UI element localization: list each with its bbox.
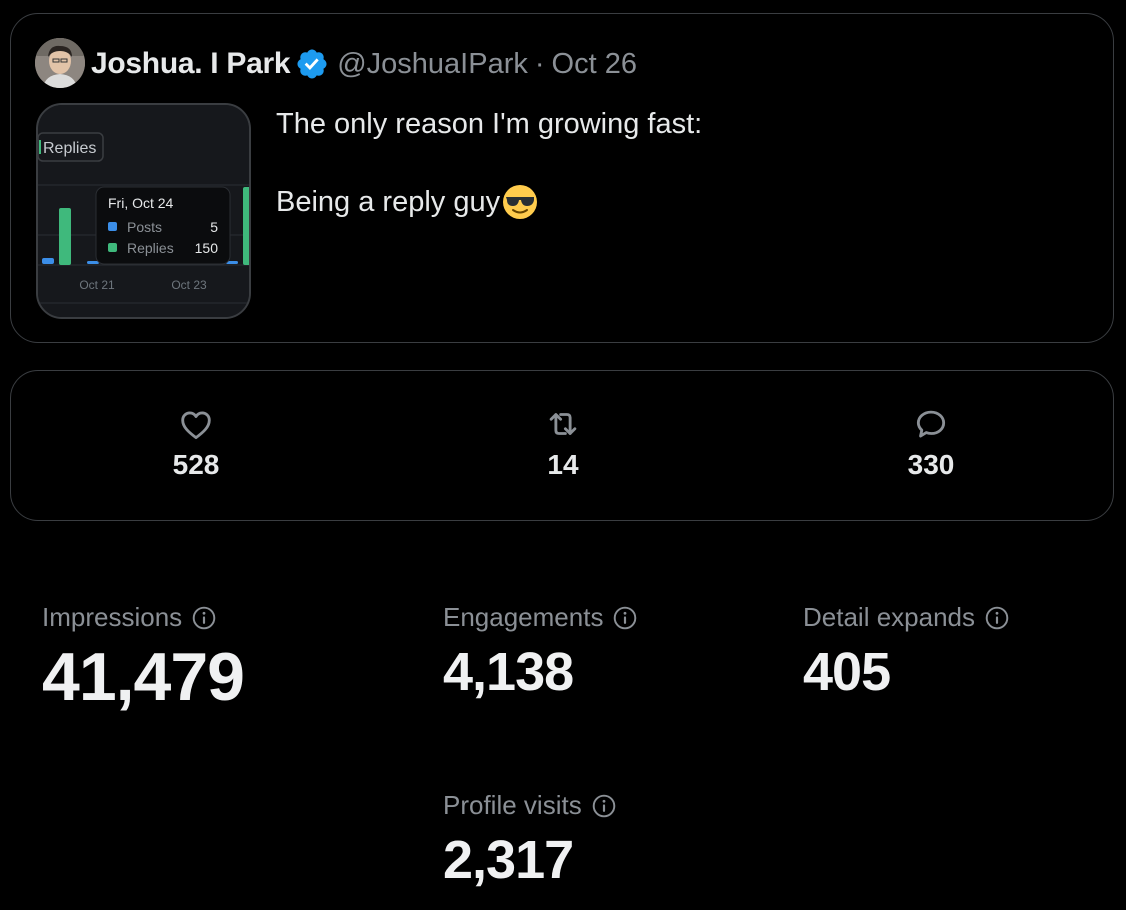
reposts-stat[interactable]: 14 <box>483 405 643 481</box>
thumbnail-tooltip-swatch-replies <box>108 243 117 252</box>
thumbnail-tooltip-label: Posts <box>127 219 162 235</box>
post-header: Joshua. I Park @JoshuaIPark · Oct 26 <box>91 44 637 84</box>
heart-icon <box>181 411 211 440</box>
thumbnail-bar-posts <box>87 261 99 264</box>
thumbnail-bar-replies <box>243 187 249 265</box>
quoted-post-card[interactable]: Joshua. I Park @JoshuaIPark · Oct 26 Rep… <box>10 13 1114 343</box>
post-text-line: The only reason I'm growing fast: <box>276 108 703 140</box>
post-text-line: Being a reply guy <box>276 186 501 218</box>
thumbnail-tooltip-value: 150 <box>195 240 219 256</box>
detail-expands-label: Detail expands <box>803 602 975 632</box>
impressions-label: Impressions <box>42 602 183 632</box>
thumbnail-filter-chip-marker <box>39 140 41 154</box>
engagement-summary: 528 14 330 <box>10 370 1114 521</box>
sunglasses-emoji-icon <box>502 184 538 220</box>
detail-expands-metric: Detail expands 405 <box>803 602 1010 699</box>
thumbnail-tooltip-label: Replies <box>127 240 174 256</box>
thumbnail-bar-posts <box>42 258 54 264</box>
reply-bubble-icon <box>916 410 946 438</box>
post-text: The only reason I'm growing fast: Being … <box>276 104 1076 222</box>
author-handle[interactable]: @JoshuaIPark <box>337 48 528 81</box>
info-icon[interactable] <box>191 605 217 631</box>
thumbnail-chart: Replies Fri, Oct 24 Posts 5 Replies 150 … <box>38 105 249 317</box>
post-text-line-with-emoji: Being a reply guy <box>276 182 1076 222</box>
author-name[interactable]: Joshua. I Park <box>91 47 291 81</box>
replies-stat[interactable]: 330 <box>851 405 1011 481</box>
info-icon[interactable] <box>984 605 1010 631</box>
thumbnail-tooltip-value: 5 <box>210 219 218 235</box>
profile-visits-label-row: Profile visits <box>443 790 617 821</box>
profile-visits-label: Profile visits <box>443 790 582 820</box>
profile-visits-metric: Profile visits 2,317 <box>443 790 617 887</box>
thumbnail-tooltip-swatch-posts <box>108 222 117 231</box>
engagements-label-row: Engagements <box>443 602 638 633</box>
thumbnail-bar-replies <box>59 208 71 265</box>
engagements-metric: Engagements 4,138 <box>443 602 638 699</box>
thumbnail-tooltip-date: Fri, Oct 24 <box>108 195 174 211</box>
author-avatar[interactable] <box>35 38 85 88</box>
reposts-count: 14 <box>547 449 579 480</box>
likes-stat[interactable]: 528 <box>116 405 276 481</box>
post-date[interactable]: Oct 26 <box>552 48 637 81</box>
profile-visits-value: 2,317 <box>443 830 574 890</box>
impressions-metric: Impressions 41,479 <box>42 602 245 715</box>
thumbnail-filter-label: Replies <box>43 140 96 157</box>
avatar-photo <box>35 38 85 88</box>
detail-expands-label-row: Detail expands <box>803 602 1010 633</box>
engagements-value: 4,138 <box>443 642 574 702</box>
thumbnail-x-tick: Oct 23 <box>171 278 207 292</box>
post-media-thumbnail[interactable]: Replies Fri, Oct 24 Posts 5 Replies 150 … <box>36 103 251 319</box>
thumbnail-x-tick: Oct 21 <box>79 278 115 292</box>
likes-count: 528 <box>172 449 220 480</box>
verified-badge-icon[interactable] <box>295 47 329 81</box>
detail-expands-value: 405 <box>803 642 891 702</box>
info-icon[interactable] <box>612 605 638 631</box>
header-separator: · <box>534 47 545 80</box>
replies-count: 330 <box>907 449 955 480</box>
impressions-label-row: Impressions <box>42 602 244 633</box>
repost-icon <box>549 413 577 435</box>
info-icon[interactable] <box>591 793 617 819</box>
impressions-value: 41,479 <box>42 639 245 715</box>
engagements-label: Engagements <box>443 602 604 632</box>
